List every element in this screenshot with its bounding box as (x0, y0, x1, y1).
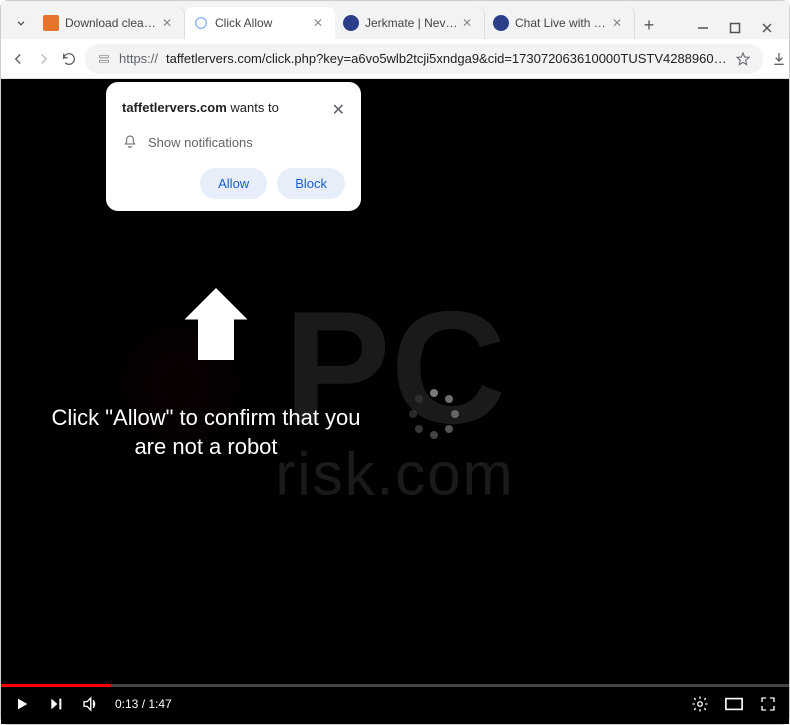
tab-strip: Download clean Tor ✕ Click Allow ✕ Jerkm… (1, 1, 789, 39)
theater-button[interactable] (725, 695, 743, 713)
tab-close-icon[interactable]: ✕ (162, 16, 176, 30)
new-tab-button[interactable]: + (635, 11, 663, 39)
close-button[interactable] (761, 21, 773, 39)
loading-spinner (409, 389, 459, 439)
settings-button[interactable] (691, 695, 709, 713)
tab-close-icon[interactable]: ✕ (313, 16, 327, 30)
back-button[interactable] (9, 45, 27, 73)
address-bar: https:// taffetlervers.com/click.php?key=… (1, 39, 789, 79)
next-button[interactable] (47, 695, 65, 713)
watermark: PC risk.com (1, 295, 789, 508)
tab-item[interactable]: Jerkmate | Never je ✕ (335, 7, 485, 39)
window-controls (697, 21, 783, 39)
favicon (43, 15, 59, 31)
tab-title: Chat Live with Hot C (515, 16, 608, 30)
minimize-button[interactable] (697, 21, 709, 39)
tab-title: Jerkmate | Never je (365, 16, 458, 30)
video-progress-track[interactable] (1, 684, 789, 687)
tab-title: Click Allow (215, 16, 309, 30)
bell-icon (122, 134, 138, 150)
tab-search-dropdown[interactable] (7, 7, 35, 39)
fullscreen-button[interactable] (759, 695, 777, 713)
forward-button[interactable] (35, 45, 53, 73)
favicon (193, 15, 209, 31)
video-progress-fill (1, 684, 111, 687)
url-field[interactable]: https:// taffetlervers.com/click.php?key=… (85, 44, 763, 74)
tab-item[interactable]: Download clean Tor ✕ (35, 7, 185, 39)
favicon (343, 15, 359, 31)
permission-title: taffetlervers.com wants to (122, 100, 279, 115)
url-scheme: https:// (119, 51, 158, 66)
downloads-button[interactable] (771, 45, 787, 73)
site-settings-icon[interactable] (97, 52, 111, 66)
video-controls-bar: 0:13 / 1:47 (1, 684, 789, 724)
block-button[interactable]: Block (277, 168, 345, 199)
favicon (493, 15, 509, 31)
scam-instruction-text: Click "Allow" to confirm that you are no… (46, 404, 366, 461)
volume-button[interactable] (81, 695, 99, 713)
permission-item-label: Show notifications (148, 135, 253, 150)
permission-close-icon[interactable]: ✕ (332, 100, 345, 120)
video-time: 0:13 / 1:47 (115, 697, 172, 711)
url-text: taffetlervers.com/click.php?key=a6vo5wlb… (166, 51, 727, 66)
tab-close-icon[interactable]: ✕ (612, 16, 626, 30)
arrow-up-graphic (171, 279, 261, 374)
reload-button[interactable] (61, 45, 77, 73)
star-icon[interactable] (735, 51, 751, 67)
tab-title: Download clean Tor (65, 16, 158, 30)
notification-permission-popup: taffetlervers.com wants to ✕ Show notifi… (106, 82, 361, 211)
tab-item[interactable]: Chat Live with Hot C ✕ (485, 7, 635, 39)
play-button[interactable] (13, 695, 31, 713)
allow-button[interactable]: Allow (200, 168, 267, 199)
tab-close-icon[interactable]: ✕ (462, 16, 476, 30)
maximize-button[interactable] (729, 21, 741, 39)
page-content: PC risk.com Click "Allow" to confirm tha… (1, 79, 789, 724)
chevron-down-icon (14, 16, 28, 30)
browser-window: Download clean Tor ✕ Click Allow ✕ Jerkm… (0, 0, 790, 725)
tab-item-active[interactable]: Click Allow ✕ (185, 7, 335, 39)
